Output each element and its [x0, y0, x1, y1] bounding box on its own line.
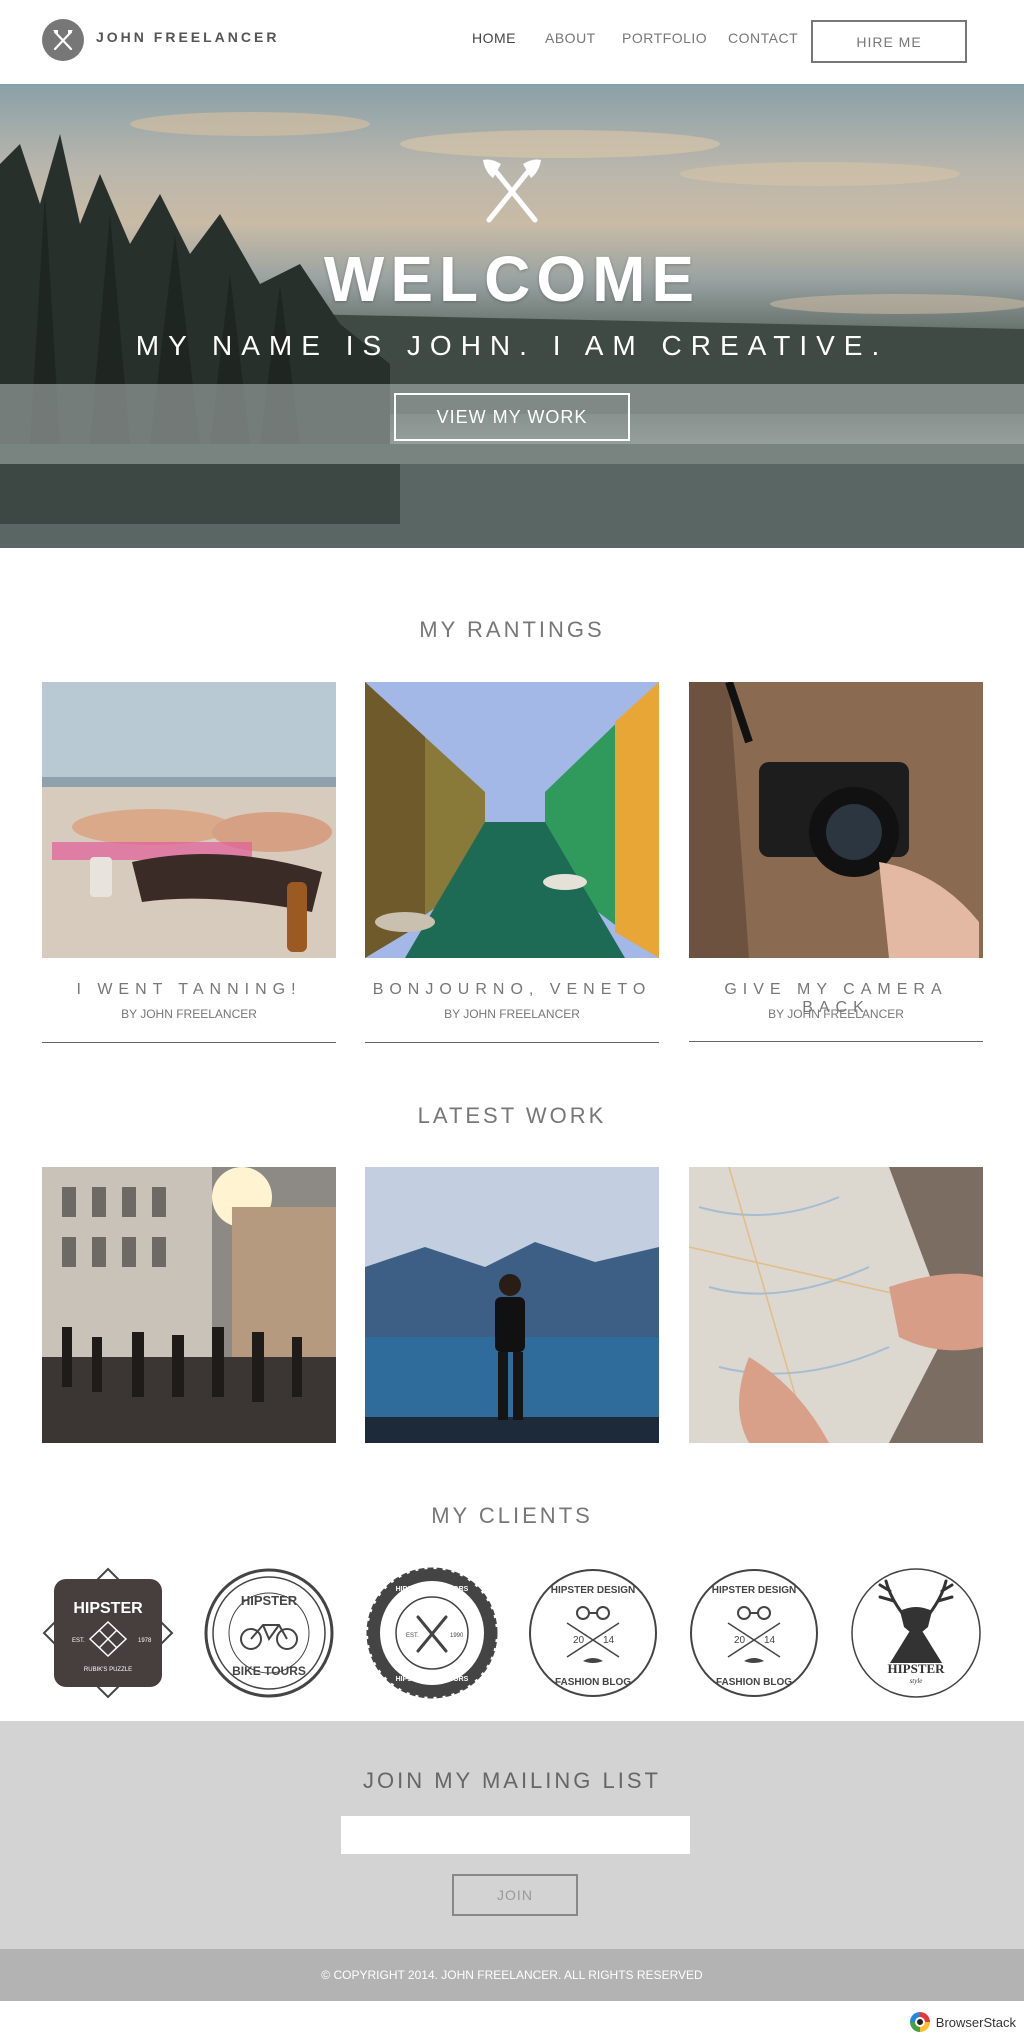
top-navbar: JOHN FREELANCER HOME ABOUT PORTFOLIO CON… — [0, 0, 1024, 84]
post-title-tanning[interactable]: I WENT TANNING! — [42, 981, 336, 999]
hero-banner: WELCOME MY NAME IS JOHN. I AM CREATIVE. … — [0, 84, 1024, 548]
logo1-line2: RUBIK'S PUZZLE — [84, 1667, 132, 1673]
hipster-bike-tours-logo[interactable]: HIPSTER BIKE TOURS — [203, 1567, 335, 1699]
join-button[interactable]: JOIN — [452, 1874, 578, 1916]
post-byline-camera: BY JOHN FREELANCER — [768, 1007, 904, 1021]
hipster-design-fashion-blog-logo-2[interactable]: HIPSTER DESIGN 20 14 FASHION BLOG — [688, 1567, 820, 1699]
post-divider — [689, 1041, 983, 1042]
hipster-style-logo[interactable]: HIPSTER style — [850, 1567, 982, 1699]
hero-subtitle: MY NAME IS JOHN. I AM CREATIVE. — [135, 330, 889, 361]
post-title-veneto[interactable]: BONJOURNO, VENETO — [365, 981, 659, 999]
logo5-line1: HIPSTER DESIGN — [712, 1585, 796, 1596]
mailing-list-title: JOIN MY MAILING LIST — [363, 1768, 661, 1793]
post-divider — [365, 1042, 659, 1043]
map-photo[interactable] — [689, 1167, 983, 1443]
post-byline-tanning: BY JOHN FREELANCER — [121, 1007, 257, 1021]
logo4-line1: HIPSTER DESIGN — [551, 1585, 635, 1596]
lake-man-photo[interactable] — [365, 1167, 659, 1443]
logo4-line2: FASHION BLOG — [555, 1677, 631, 1688]
canal-photo[interactable] — [365, 682, 659, 958]
clients-title: MY CLIENTS — [431, 1503, 593, 1528]
browserstack-logo-icon — [909, 2012, 930, 2032]
post-divider — [42, 1042, 336, 1043]
footer: © COPYRIGHT 2014. JOHN FREELANCER. ALL R… — [0, 1949, 1024, 2001]
crossed-axes-icon — [483, 159, 541, 223]
logo1-line1: HIPSTER — [73, 1600, 143, 1617]
beach-photo[interactable] — [42, 682, 336, 958]
rantings-title: MY RANTINGS — [419, 617, 605, 642]
logo3-line2: HIPSTER OUTDOORS — [396, 1676, 469, 1683]
logo3-est: EST. — [406, 1633, 419, 1639]
nav-home[interactable]: HOME — [472, 30, 516, 46]
hipster-outdoors-logo[interactable]: HIPSTER OUTDOORS EST. 1990 HIPSTER OUTDO… — [366, 1567, 498, 1699]
logo5-num2: 14 — [764, 1635, 776, 1646]
copyright-text: © COPYRIGHT 2014. JOHN FREELANCER. ALL R… — [321, 1968, 703, 1982]
logo1-est: EST. — [72, 1638, 85, 1644]
logo-axes-icon[interactable] — [42, 19, 84, 61]
nav-portfolio[interactable]: PORTFOLIO — [622, 30, 707, 46]
logo5-num1: 20 — [734, 1635, 746, 1646]
logo2-line2: BIKE TOURS — [232, 1664, 306, 1678]
logo1-year: 1978 — [138, 1638, 152, 1644]
logo3-year: 1990 — [450, 1633, 464, 1639]
mailing-list-section: JOIN MY MAILING LIST JOIN — [0, 1721, 1024, 1949]
latest-work-title: LATEST WORK — [417, 1103, 607, 1128]
hire-me-button[interactable]: HIRE ME — [811, 20, 967, 63]
logo6-line1: HIPSTER — [887, 1661, 945, 1676]
logo2-line1: HIPSTER — [241, 1593, 298, 1608]
logo5-line2: FASHION BLOG — [716, 1677, 792, 1688]
city-street-photo[interactable] — [42, 1167, 336, 1443]
brand-name[interactable]: JOHN FREELANCER — [96, 29, 279, 45]
post-byline-veneto: BY JOHN FREELANCER — [444, 1007, 580, 1021]
hero-title: WELCOME — [323, 243, 701, 315]
hero-landscape-image — [0, 112, 1024, 548]
browserstack-label: BrowserStack — [935, 2014, 1016, 2030]
nav-contact[interactable]: CONTACT — [728, 30, 798, 46]
browserstack-badge: BrowserStack — [909, 2012, 1016, 2032]
camera-photo[interactable] — [689, 682, 983, 958]
view-my-work-button[interactable]: VIEW MY WORK — [394, 393, 630, 441]
logo6-line2: style — [910, 1677, 923, 1685]
logo4-num1: 20 — [573, 1635, 585, 1646]
logo3-line1: HIPSTER OUTDOORS — [396, 1586, 469, 1593]
hipster-rubiks-logo[interactable]: HIPSTER EST. 1978 RUBIK'S PUZZLE — [42, 1567, 174, 1699]
email-field[interactable] — [341, 1816, 690, 1854]
nav-about[interactable]: ABOUT — [545, 30, 596, 46]
hipster-design-fashion-blog-logo-1[interactable]: HIPSTER DESIGN 20 14 FASHION BLOG — [527, 1567, 659, 1699]
logo4-num2: 14 — [603, 1635, 615, 1646]
